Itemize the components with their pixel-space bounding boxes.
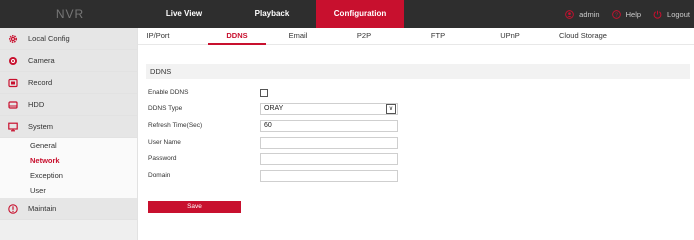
sidebar-item-label: HDD xyxy=(28,100,45,109)
refresh-time-label: Refresh Time(Sec) xyxy=(148,122,203,129)
camera-icon xyxy=(9,56,17,65)
sidebar-item-label: Maintain xyxy=(28,204,57,213)
tab-ftp[interactable]: FTP xyxy=(418,28,458,45)
chevron-down-icon: ∨ xyxy=(386,103,396,114)
user-icon xyxy=(565,9,574,19)
tab-p2p[interactable]: P2P xyxy=(344,28,384,45)
domain-label: Domain xyxy=(148,172,171,179)
tab-upnp[interactable]: UPnP xyxy=(490,28,530,45)
admin-button[interactable]: admin xyxy=(565,9,600,19)
top-nav: Live View Playback Configuration xyxy=(140,0,404,28)
sidebar-item-system[interactable]: System xyxy=(0,116,137,138)
gear-icon xyxy=(8,34,18,43)
password-row: Password xyxy=(148,152,398,165)
sidebar-item-hdd[interactable]: HDD xyxy=(0,94,137,116)
user-name-row: User Name xyxy=(148,136,398,149)
user-name-label: User Name xyxy=(148,139,181,146)
monitor-icon xyxy=(8,122,18,131)
help-icon: ? xyxy=(611,9,621,19)
save-button[interactable]: Save xyxy=(148,201,241,213)
refresh-time-row: Refresh Time(Sec) xyxy=(148,119,398,132)
enable-ddns-label: Enable DDNS xyxy=(148,89,189,96)
ddns-type-row: DDNS Type ORAY ∨ xyxy=(148,102,398,115)
hdd-icon xyxy=(8,100,18,109)
sidebar-item-maintain[interactable]: Maintain xyxy=(0,198,137,220)
help-label: Help xyxy=(625,9,642,19)
network-subtabs: IP/Port DDNS Email P2P FTP UPnP Cloud St… xyxy=(138,28,694,45)
sidebar-item-camera[interactable]: Camera xyxy=(0,50,137,72)
tab-email[interactable]: Email xyxy=(278,28,318,45)
user-area: admin ? Help Logout xyxy=(565,0,690,28)
sidebar-item-label: Record xyxy=(28,78,53,87)
sidebar-item-label: System xyxy=(28,122,54,131)
sidebar: Local Config Camera Record HDD System Ge… xyxy=(0,28,138,240)
enable-ddns-checkbox[interactable] xyxy=(260,88,268,97)
domain-row: Domain xyxy=(148,169,398,182)
sidebar-item-label: Local Config xyxy=(28,34,70,43)
sidebar-subitem-user[interactable]: User xyxy=(0,183,137,198)
ddns-type-value: ORAY xyxy=(264,105,284,112)
sidebar-subitem-exception[interactable]: Exception xyxy=(0,168,137,183)
ddns-type-select[interactable]: ORAY ∨ xyxy=(260,102,398,115)
sidebar-item-label: Camera xyxy=(28,56,55,65)
password-label: Password xyxy=(148,155,177,162)
logout-icon xyxy=(653,10,662,19)
nav-live-view[interactable]: Live View xyxy=(140,0,228,28)
enable-ddns-row: Enable DDNS xyxy=(148,86,268,99)
sidebar-item-local-config[interactable]: Local Config xyxy=(0,28,137,50)
nav-configuration[interactable]: Configuration xyxy=(316,0,404,28)
tab-ddns[interactable]: DDNS xyxy=(208,28,266,45)
tab-ip-port[interactable]: IP/Port xyxy=(138,28,178,45)
brand-logo: NVR xyxy=(55,7,85,21)
record-icon xyxy=(8,78,18,87)
sidebar-subitem-general[interactable]: General xyxy=(0,138,137,153)
nav-playback[interactable]: Playback xyxy=(228,0,316,28)
ddns-type-label: DDNS Type xyxy=(148,105,183,112)
sidebar-subitem-network[interactable]: Network xyxy=(0,153,137,168)
logout-button[interactable]: Logout xyxy=(653,10,690,19)
top-bar: NVR Live View Playback Configuration adm… xyxy=(0,0,694,28)
logout-label: Logout xyxy=(667,9,690,19)
info-icon xyxy=(8,203,18,214)
domain-input[interactable] xyxy=(260,169,398,182)
password-input[interactable] xyxy=(260,152,398,165)
admin-label: admin xyxy=(579,9,600,19)
help-button[interactable]: ? Help xyxy=(611,9,642,19)
tab-cloud-storage[interactable]: Cloud Storage xyxy=(554,28,612,45)
user-name-input[interactable] xyxy=(260,136,398,149)
panel-title: DDNS xyxy=(146,64,690,79)
sidebar-item-record[interactable]: Record xyxy=(0,72,137,94)
refresh-time-input[interactable] xyxy=(260,119,398,132)
